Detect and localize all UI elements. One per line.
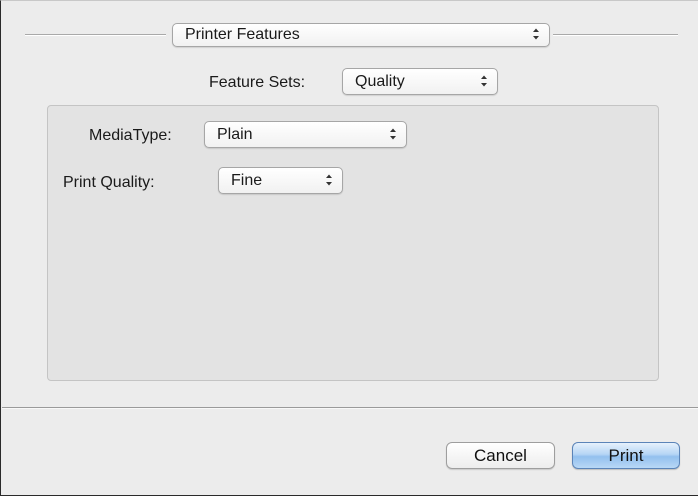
panel-selector-popup[interactable]: Printer Features bbox=[172, 23, 550, 47]
up-down-arrows-icon bbox=[481, 75, 487, 87]
cancel-button[interactable]: Cancel bbox=[446, 442, 555, 469]
print-dialog: Printer Features Feature Sets: Quality M… bbox=[0, 0, 698, 496]
up-down-arrows-icon bbox=[390, 128, 396, 140]
panel-selector-right-line bbox=[553, 34, 678, 35]
feature-sets-label: Feature Sets: bbox=[209, 74, 306, 91]
panel-selector-value: Printer Features bbox=[185, 26, 300, 43]
up-down-arrows-icon bbox=[533, 28, 539, 40]
media-type-value: Plain bbox=[217, 126, 253, 143]
footer-separator bbox=[2, 407, 698, 408]
feature-sets-popup[interactable]: Quality bbox=[342, 68, 498, 95]
print-button[interactable]: Print bbox=[572, 442, 680, 469]
up-down-arrows-icon bbox=[326, 174, 332, 186]
print-quality-label: Print Quality: bbox=[63, 174, 155, 191]
print-quality-value: Fine bbox=[231, 172, 263, 189]
print-quality-popup[interactable]: Fine bbox=[218, 167, 343, 194]
media-type-popup[interactable]: Plain bbox=[204, 121, 407, 148]
media-type-label: MediaType: bbox=[89, 127, 172, 144]
feature-sets-value: Quality bbox=[355, 73, 405, 90]
panel-selector-left-line bbox=[25, 34, 166, 35]
